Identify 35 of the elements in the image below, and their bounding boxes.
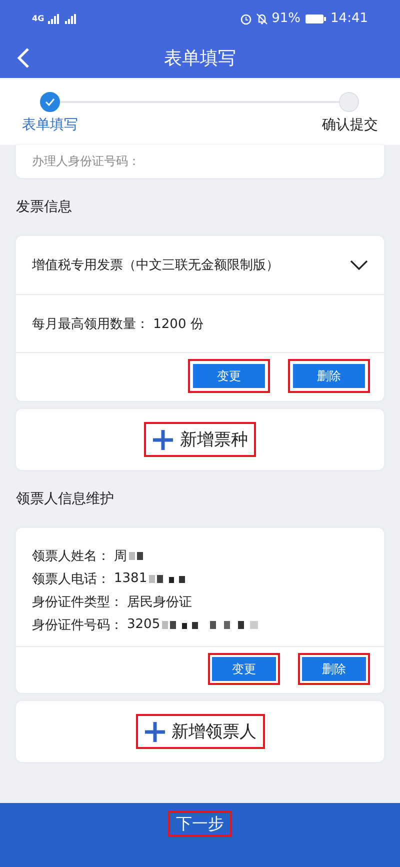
field-value: 3205: [127, 617, 160, 632]
pixelation-icon: [129, 550, 143, 562]
add-invoice-type-button[interactable]: 新增票种: [144, 422, 256, 457]
field-label: 领票人姓名：: [32, 548, 110, 564]
field-label: 办理人身份证号码：: [32, 153, 140, 170]
change-button[interactable]: 变更: [208, 653, 280, 685]
next-step-button[interactable]: 下一步: [168, 811, 232, 837]
plus-icon: [152, 428, 174, 450]
field-value: 1381: [114, 571, 148, 586]
change-button[interactable]: 变更: [188, 359, 270, 393]
back-icon[interactable]: [16, 47, 30, 69]
step-label: 确认提交: [322, 116, 378, 134]
field-value: 居民身份证: [127, 594, 192, 610]
field-label: 身份证件号码：: [32, 616, 123, 634]
mute-bell-icon: [256, 12, 268, 24]
network-indicator: 4G: [32, 14, 44, 23]
alarm-icon: [240, 12, 252, 24]
section-title: 发票信息: [16, 198, 73, 217]
signal-icon: [48, 14, 78, 24]
plus-icon: [144, 720, 166, 742]
delete-button[interactable]: 删除: [288, 359, 370, 393]
field-value: 周: [114, 548, 127, 564]
chevron-down-icon: [350, 260, 368, 270]
step-label: 表单填写: [22, 116, 78, 134]
field-label: 领票人电话：: [32, 570, 110, 588]
invoice-type-select[interactable]: 增值税专用发票（中文三联无金额限制版）: [16, 236, 384, 295]
page-title: 表单填写: [164, 46, 236, 70]
quota-text: 每月最高领用数量： 1200 份: [16, 295, 384, 353]
clock-time: 14:41: [330, 11, 368, 26]
battery-percent: 91%: [272, 11, 301, 26]
battery-icon: [304, 14, 327, 24]
delete-button[interactable]: 删除: [298, 653, 370, 685]
add-collector-button[interactable]: 新增领票人: [136, 714, 264, 749]
section-title: 领票人信息维护: [16, 490, 115, 509]
field-label: 身份证件类型：: [32, 594, 123, 610]
